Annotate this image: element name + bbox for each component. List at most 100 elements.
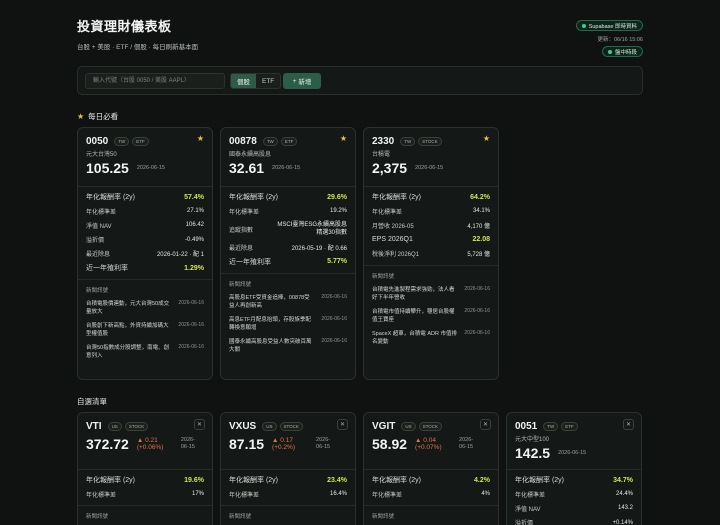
add-symbol-button[interactable]: + 新增 [283,73,321,89]
metric-value: 2026-01-22 · 配 1 [156,252,204,259]
symbol-row: VTI US STOCK [86,421,204,432]
metric-label: 年化標準差 [372,209,403,216]
metric-value: 16.4% [329,491,347,498]
metric-value: 34.1% [472,208,490,215]
metric-label: 近一年殖利率 [229,258,271,266]
metric-row: 稅後淨利 2026Q1 5,728 億 [372,247,490,261]
news-date: 2026-06-16 [464,329,490,336]
watchlist-card[interactable]: ✕ VTI US STOCK 372.72 ▲ 0.21 (+0.06%) 2026-06-… [77,412,213,525]
card-price: 87.15 [229,436,265,452]
page-header: 投資理財儀表板 台股 + 美股 · ETF / 個股 · 每日刷新基本面 [77,16,198,51]
metric-row: 年化報酬率 (2y) 57.4% [86,190,204,204]
news-section: 新聞訊號 [364,505,498,520]
metric-value: 23.4% [327,476,347,484]
news-item[interactable]: 台灣50指數成分股調整，南電、創意列入 2026-06-16 [86,344,204,360]
card-symbol: 00878 [229,136,257,147]
metric-row: 年化標準差 24.4% [515,487,633,501]
favorite-star-icon[interactable]: ★ [197,134,204,143]
metric-label: 稅後淨利 2026Q1 [372,252,420,259]
metrics-list: 年化報酬率 (2y) 64.2% 年化標準差 34.1% 月營收 2026-05 4,17… [364,186,498,261]
metric-row: 最近除息 2026-05-19 · 配 0.66 [229,240,347,254]
price-change: ▲ 0.21 (+0.06%) [136,437,164,451]
metric-label: 淨值 NAV [86,223,112,230]
stock-card[interactable]: ★ 00878 TW ETF 國泰永續高股息 32.61 2026-06-15 年化報酬率 (… [220,127,356,380]
section-must-watch: ★ 每日必看 [77,111,118,122]
watchlist-card[interactable]: ✕ VGIT US STOCK 58.92 ▲ 0.04 (+0.07%) 2026-06-… [363,412,499,525]
price-row: 372.72 ▲ 0.21 (+0.06%) 2026-06-15 [86,436,204,452]
news-headline: 高息ETF月配息抬頭，存股族季配轉換意願增 [229,316,311,331]
card-symbol: 0050 [86,136,109,147]
news-item[interactable]: 台積電股價連動，元大台灣50成交量放大 2026-06-16 [86,300,204,316]
plus-icon: + [292,77,297,85]
tag-chip: ETF [280,137,298,146]
metric-row: 月營收 2026-05 4,170 億 [372,218,490,232]
news-item[interactable]: 高股息ETF受資金追捧，00878受益人再創新高 2026-06-16 [229,294,347,310]
section-watchlist: 自選清單 [77,396,107,407]
metric-row: 追蹤指數 MSCI臺灣ESG永續高股息精選30指數 [229,218,347,240]
data-source-badge: Supabase 即時資料 [575,20,643,31]
metric-label: 年化標準差 [229,209,260,216]
metric-value: 17% [191,491,204,498]
news-headline: 台積電市值持續攀升，穩居台股權值王寶座 [372,308,455,323]
news-item[interactable]: 國泰永續高股息受益人數突破百萬大關 2026-06-16 [229,338,347,354]
watchlist-card[interactable]: ✕ VXUS US STOCK 87.15 ▲ 0.17 (+0.2%) 2026-06-1… [220,412,356,525]
metric-label: 年化報酬率 (2y) [372,194,421,202]
metric-row: EPS 2026Q1 22.08 [372,233,490,247]
metric-label: 溢折價 [515,521,534,525]
metric-row: 年化標準差 17% [86,487,204,501]
seg-etf-button[interactable]: ETF [256,74,281,88]
card-header: ✕ 0051 TW ETF 元大中型100 142.5 2026-06-15 [507,413,641,469]
news-section-title: 新聞訊號 [86,514,109,521]
remove-close-icon[interactable]: ✕ [480,419,491,430]
metric-row: 淨值 NAV 106.42 [86,218,204,232]
stock-card[interactable]: ★ 2330 TW STOCK 台積電 2,375 2026-06-15 年化報酬率 (2y)… [363,127,499,380]
stock-card[interactable]: ★ 0050 TW ETF 元大台灣50 105.25 2026-06-15 年化報酬率 (2… [77,127,213,380]
star-icon: ★ [77,112,85,121]
remove-close-icon[interactable]: ✕ [337,419,348,430]
price-row: 142.5 2026-06-15 [515,445,633,461]
metric-value: 19.2% [329,208,347,215]
news-item[interactable]: 高息ETF月配息抬頭，存股族季配轉換意願增 2026-06-16 [229,316,347,332]
metric-row: 年化報酬率 (2y) 23.4% [229,473,347,487]
watchlist-card[interactable]: ✕ 0051 TW ETF 元大中型100 142.5 2026-06-15 年化報酬率 (2… [506,412,642,525]
news-date: 2026-06-16 [321,293,347,300]
card-symbol: 2330 [372,136,395,147]
favorite-star-icon[interactable]: ★ [483,134,490,143]
metric-label: 追蹤指數 [229,227,254,234]
seg-stock-button[interactable]: 個股 [231,74,256,88]
metric-label: 年化報酬率 (2y) [372,477,421,485]
news-date: 2026-06-16 [178,344,204,351]
metric-value: 2026-05-19 · 配 0.66 [291,245,347,252]
news-headline: 台股創下新高點，外資持續加碼大型權值股 [86,323,169,338]
metric-label: 月營收 2026-05 [372,223,414,230]
metric-label: 年化報酬率 (2y) [86,477,135,485]
symbol-search-input[interactable] [85,73,225,89]
news-item[interactable]: 台積電市值持續攀升，穩居台股權值王寶座 2026-06-16 [372,308,490,324]
card-price: 372.72 [86,436,129,452]
news-headline: 台積電先進製程需求強勁，法人看好下半年營收 [372,286,455,301]
metric-label: 年化標準差 [86,209,117,216]
card-name: 國泰永續高股息 [229,152,272,158]
type-segmented-control: 個股 ETF [230,73,282,89]
news-date: 2026-06-16 [178,322,204,329]
remove-close-icon[interactable]: ✕ [623,419,634,430]
metric-row: 年化報酬率 (2y) 64.2% [372,190,490,204]
metric-row: 年化標準差 16.4% [229,487,347,501]
news-item[interactable]: 台積電先進製程需求強勁，法人看好下半年營收 2026-06-16 [372,286,490,302]
favorite-star-icon[interactable]: ★ [340,134,347,143]
price-date: 2026-06-15 [316,437,331,450]
price-row: 105.25 2026-06-15 [86,160,204,176]
metric-row: 年化報酬率 (2y) 4.2% [372,473,490,487]
tag-chip: ETF [561,422,578,431]
news-date: 2026-06-16 [464,307,490,314]
metric-label: 近一年殖利率 [86,265,128,273]
remove-close-icon[interactable]: ✕ [194,419,205,430]
tag-chip: TW [400,137,416,146]
news-item[interactable]: SpaceX 超車，台積電 ADR 市值排名變動 2026-06-16 [372,330,490,346]
metric-value: 143.2 [617,505,633,512]
metric-label: 年化標準差 [372,492,403,499]
metric-label: 淨值 NAV [515,506,541,513]
news-item[interactable]: 台股創下新高點，外資持續加碼大型權值股 2026-06-16 [86,322,204,338]
news-date: 2026-06-16 [321,337,347,344]
metric-row: 溢折價 -0.49% [86,233,204,247]
